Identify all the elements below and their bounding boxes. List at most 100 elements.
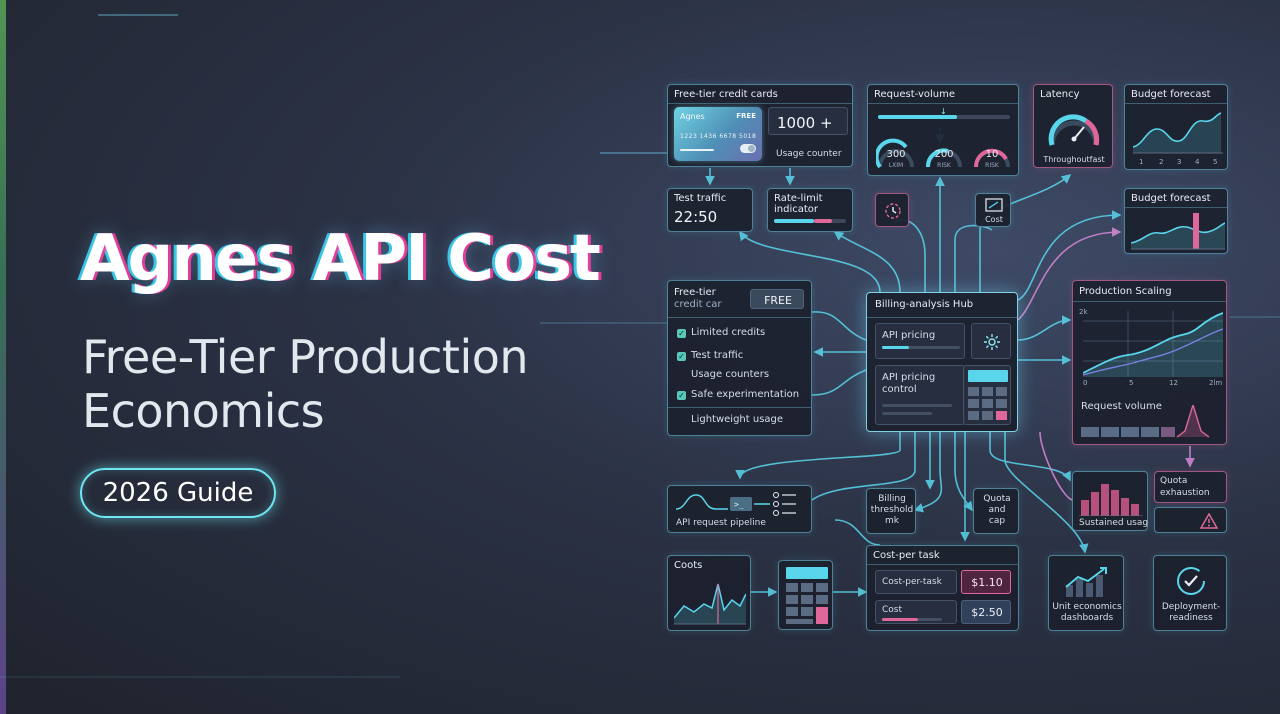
chart-up-icon (976, 197, 1012, 213)
warning-icon (1199, 512, 1219, 530)
gauge-label: LXIM (888, 162, 904, 169)
divider (868, 103, 1018, 104)
deployment-label: Deployment- readiness (1154, 602, 1228, 624)
cost-label: Cost (882, 605, 903, 615)
tick-label: 5 (1213, 158, 1218, 166)
production-scaling-panel: Production Scaling 2k 0 5 12 2lm Request… (1072, 280, 1227, 445)
latency-label: Throughoutfast (1043, 155, 1105, 164)
checkbox-checked-icon: ✓ (677, 329, 686, 338)
axis-tick: 5 (1129, 379, 1134, 387)
card-badge: FREE (736, 112, 756, 120)
label-line: Deployment- (1161, 602, 1221, 612)
cost-per-task-row: Cost-per-task (875, 570, 957, 594)
costs-chart (674, 583, 746, 625)
api-pricing-control: API pricing control (875, 365, 965, 425)
latency-panel: Latency Throughoutfast (1033, 84, 1113, 168)
divider (668, 407, 811, 408)
panel-title: Budget forecast (1131, 193, 1211, 204)
label-line: readiness (1169, 613, 1213, 623)
unit-economics-label: Unit economics dashboards (1049, 602, 1125, 624)
free-tier-credit-cards-panel: Free-tier credit cards Agnes FREE 1223 1… (667, 84, 853, 167)
trend-chart-icon (1063, 564, 1111, 598)
panel-title: Coots (674, 560, 703, 571)
tick-label: 2 (1159, 158, 1164, 166)
label-line: dashboards (1060, 613, 1114, 623)
panel-title: Free-tier credit cards (674, 89, 778, 100)
title-line: Free-tier (674, 287, 716, 298)
free-tier-item: Safe experimentation (691, 389, 800, 400)
quota-exhaustion-panel: Quota exhaustion (1154, 471, 1227, 503)
down-arrow-icon: ↓ (940, 107, 947, 116)
divider (668, 103, 852, 104)
free-badge: FREE (750, 289, 804, 309)
title-line: Rate-limit (774, 193, 823, 204)
cost-row: Cost (875, 600, 957, 624)
counter-box: 1000 + (768, 107, 848, 135)
rate-limit-bar (774, 219, 846, 223)
credit-card: Agnes FREE 1223 1436 6678 5018 (674, 107, 762, 161)
label-line: control (882, 384, 917, 395)
calculator-panel (778, 560, 833, 630)
test-traffic-value: 22:50 (674, 208, 718, 226)
axis-tick: 2lm (1209, 379, 1223, 387)
api-pricing-label: API pricing (882, 330, 936, 341)
gauge-value: 300 (886, 149, 906, 160)
usage-counter-value: 1000 + (777, 114, 833, 132)
calculator-tile (963, 365, 1011, 425)
axis-tick: 12 (1169, 379, 1178, 387)
gauge-value: 10 (985, 149, 999, 160)
free-tier-item: Limited credits (691, 327, 766, 338)
label-line: exhaustion (1160, 488, 1210, 498)
quota-cap-label: Quota and cap (974, 494, 1020, 527)
sustained-chart (1079, 484, 1143, 516)
deployment-readiness-panel: Deployment- readiness (1153, 555, 1227, 631)
api-pricing-bar (882, 346, 960, 349)
billing-threshold-label: Billing threshold mk (867, 494, 917, 527)
budget-forecast-panel-2: Budget forecast (1124, 188, 1228, 254)
hero-banner: Agnes API Cost Free-Tier Production Econ… (0, 0, 1280, 714)
panel-title: Cost-per task (873, 550, 940, 561)
cost-value-box: $2.50 (961, 600, 1011, 624)
text-line (882, 412, 932, 415)
free-tier-list-panel: Free-tier credit car FREE ✓ Limited credi… (667, 280, 812, 436)
test-traffic-panel: Test traffic 22:50 (667, 188, 753, 232)
pipeline-label: API request pipeline (676, 518, 766, 528)
axis-tick: 0 (1083, 379, 1088, 387)
speedometer-icon (1048, 114, 1100, 146)
panel-title: Budget forecast (1131, 89, 1211, 100)
api-request-pipeline: >_ API request pipeline (667, 485, 812, 533)
budget-forecast-panel: Budget forecast 1 2 3 4 5 (1124, 84, 1228, 170)
label-line: Quota (983, 494, 1011, 504)
title-line: indicator (774, 204, 819, 215)
unit-economics-panel: Unit economics dashboards (1048, 555, 1124, 631)
api-pricing-fill (882, 346, 910, 349)
panel-title: Production Scaling (1079, 286, 1172, 297)
panel-title: Test traffic (674, 193, 727, 204)
tick-label: 4 (1195, 158, 1200, 166)
scaling-chart (1083, 311, 1223, 377)
costs-panel: Coots (667, 555, 751, 631)
cost-bar-fill (882, 618, 918, 621)
rate-limit-fill (774, 219, 814, 223)
label-line: Unit economics (1052, 602, 1122, 612)
sustained-usage-panel: Sustained usag (1072, 471, 1148, 531)
cost-per-task-value-box: $1.10 (961, 570, 1011, 594)
hub-title: Billing-analysis Hub (875, 299, 974, 310)
card-strip (680, 149, 714, 151)
panel-title: Latency (1040, 89, 1080, 100)
card-number: 1223 1436 6678 5018 (680, 133, 757, 140)
cost-label: Cost (985, 215, 1003, 224)
divider (1125, 103, 1227, 104)
sustained-label: Sustained usag (1079, 518, 1149, 528)
label-line: mk (885, 516, 899, 526)
pipeline-icon: >_ (676, 492, 796, 516)
timer-tile (875, 193, 909, 227)
divider (668, 317, 811, 318)
cost-value: $2.50 (971, 606, 1003, 619)
quota-cap-tile: Quota and cap (973, 488, 1019, 534)
checkbox-checked-icon: ✓ (677, 352, 686, 361)
rate-limit-overflow (813, 219, 832, 223)
tick-label: 1 (1139, 158, 1144, 166)
panel-title: Request-volume (874, 89, 956, 100)
free-tier-item: Lightweight usage (691, 414, 784, 425)
